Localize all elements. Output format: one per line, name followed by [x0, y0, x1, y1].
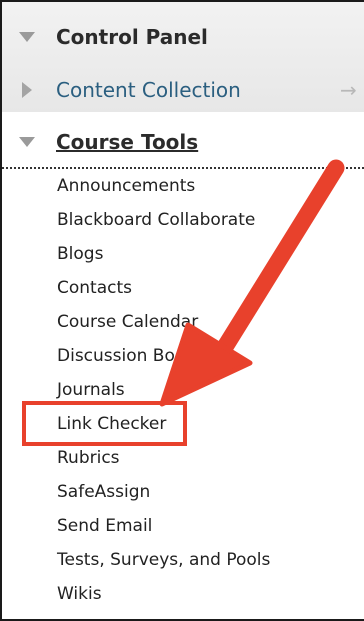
- arrow-shaft: [211, 159, 345, 364]
- annotation-arrow: [159, 159, 345, 407]
